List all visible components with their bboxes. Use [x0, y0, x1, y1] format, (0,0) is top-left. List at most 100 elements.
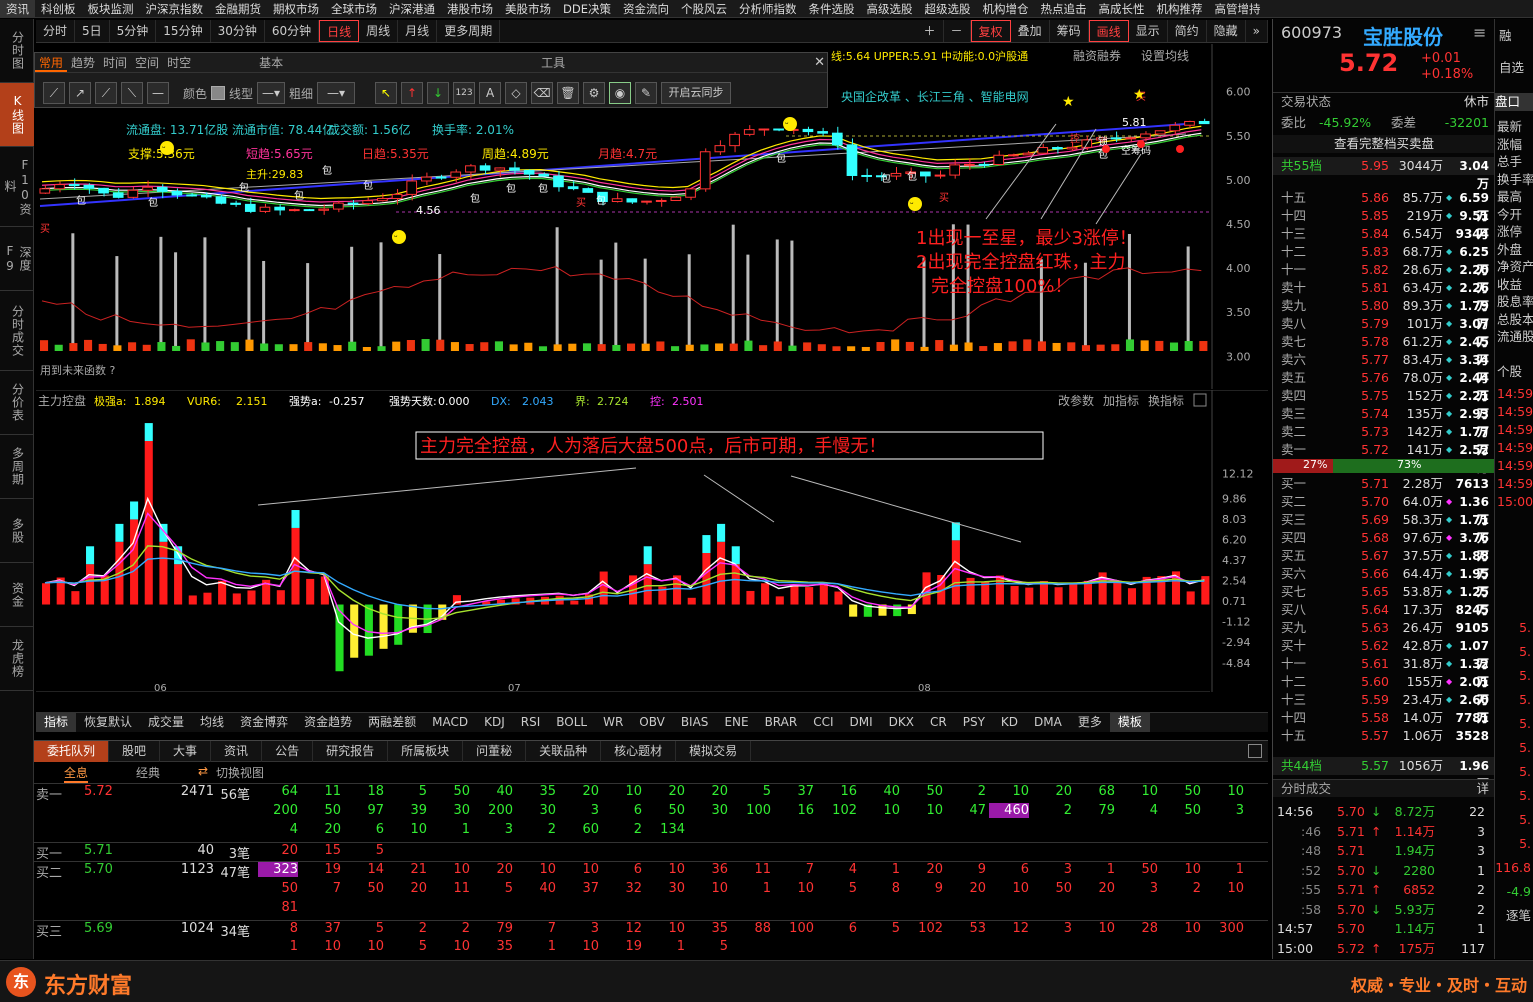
bottom-tab[interactable]: 大事 [160, 741, 212, 762]
left-tab[interactable]: 深度F9 [0, 227, 34, 291]
indicator-tab[interactable]: OBV [631, 713, 673, 732]
sell-row[interactable]: 卖一5.72141万◆2.52万 [1273, 441, 1495, 475]
eye-icon[interactable]: ◉ [609, 82, 632, 104]
menu-item[interactable]: 期权市场 [267, 0, 325, 18]
bottom-tab[interactable]: 关联品种 [526, 741, 602, 762]
queue-subtab[interactable]: 切换视图 [216, 764, 264, 781]
sell-row[interactable]: 十五 5.86 85.7万 ◆ 6.59万 [1273, 189, 1495, 223]
buy-row[interactable]: 买九 5.63 26.4万 9105 [1273, 619, 1495, 637]
buy-row[interactable]: 买十 5.62 42.8万 ◆ 1.07万 [1273, 637, 1495, 671]
toolbox-tab[interactable]: 时间 [99, 53, 131, 72]
menu-item[interactable]: 个股风云 [675, 0, 733, 18]
chart-tool[interactable]: 隐藏 [1207, 20, 1246, 42]
menu-item[interactable]: DDE决策 [557, 0, 617, 18]
indicator-tab[interactable]: MACD [424, 713, 476, 732]
arrow-line-icon[interactable]: ↗ [69, 82, 91, 104]
indicator-tab[interactable]: BOLL [548, 713, 595, 732]
bottom-tab[interactable]: 研究报告 [313, 741, 389, 762]
bottom-tab[interactable]: 核心题材 [601, 741, 677, 762]
zixuan-tab[interactable]: 自选 [1499, 59, 1524, 77]
indicator-tab[interactable]: 恢复默认 [76, 713, 140, 732]
indicator-tab[interactable]: 指标 [36, 713, 77, 732]
left-tab[interactable]: 资金 [0, 563, 34, 627]
left-tab[interactable]: 多周期 [0, 435, 34, 499]
sub-indicator-name[interactable]: 主力控盘 [38, 393, 86, 408]
indicator-tab[interactable]: 模板 [1109, 713, 1150, 732]
menu-item[interactable]: 高管增持 [1208, 0, 1266, 18]
left-tab[interactable]: K线图 [0, 83, 34, 147]
sub-button[interactable]: 加指标 [1103, 393, 1139, 408]
indicator-tab[interactable]: BRAR [757, 713, 806, 732]
down-arrow-icon[interactable]: ↓ [427, 82, 450, 104]
switch-view-icon[interactable]: ⇄ [198, 764, 208, 778]
cursor-icon[interactable]: ↖ [375, 82, 398, 104]
view-full-button[interactable]: 查看完整档买卖盘 [1273, 135, 1495, 153]
indicator-tab[interactable]: RSI [513, 713, 549, 732]
toolbox-tab[interactable]: 常用 [35, 53, 68, 72]
menu-item[interactable]: 资讯 [0, 0, 35, 18]
menu-item[interactable]: 分析师指数 [733, 0, 803, 18]
sell-row[interactable]: 卖四 5.75 152万 ◆ 2.21万 [1273, 387, 1495, 421]
buy-row[interactable]: 十一 5.61 31.8万 ◆ 1.32万 [1273, 655, 1495, 689]
cloud-sync-button[interactable]: 开启云同步 [661, 82, 732, 104]
buy-row[interactable]: 买二 5.70 64.0万 ◆ 1.36万 [1273, 493, 1495, 527]
zhuli-kongpan-chart[interactable]: 12.12 9.86 8.03 6.20 4.37 2.54 0.71 -1.12 -2.94 -… [36, 390, 1268, 692]
queue-subtab[interactable]: 经典 [136, 764, 160, 781]
linetype-select[interactable]: —▾ [257, 82, 286, 104]
menu-item[interactable]: 机构增仓 [976, 0, 1034, 18]
menu-icon[interactable]: ≡ [1473, 23, 1486, 42]
menu-item[interactable]: 高成长性 [1092, 0, 1150, 18]
menu-item[interactable]: 机构推荐 [1150, 0, 1208, 18]
buy-row[interactable]: 买八 5.64 17.3万 8245 [1273, 601, 1495, 619]
indicator-tab[interactable]: DMA [1026, 713, 1070, 732]
period-tab[interactable]: 周线 [359, 20, 399, 42]
period-tab[interactable]: 5日 [75, 20, 110, 42]
menu-item[interactable]: 港股市场 [441, 0, 499, 18]
gear-icon[interactable]: ⚙ [583, 82, 606, 104]
trash-icon[interactable]: 🗑 [557, 82, 580, 104]
left-tab[interactable]: 多股 [0, 499, 34, 563]
indicator-tab[interactable]: KD [993, 713, 1026, 732]
menu-item[interactable]: 科创板 [35, 0, 82, 18]
zoom-in-icon[interactable]: ＋ [917, 20, 944, 42]
indicator-tab[interactable]: 均线 [192, 713, 232, 732]
left-tab[interactable]: 分时图 [0, 19, 34, 83]
thickness-select[interactable]: —▾ [317, 82, 356, 104]
toolbox-tab[interactable]: 趋势 [67, 53, 99, 72]
eraser-icon[interactable]: ⌫ [531, 82, 554, 104]
toolbox-tab[interactable]: 空间 [131, 53, 163, 72]
pankou-tab[interactable]: 盘口 [1495, 93, 1533, 111]
period-tab[interactable]: 月线 [398, 20, 438, 42]
sell-row[interactable]: 卖二 5.73 142万 ◆ 1.77万 [1273, 423, 1495, 457]
color-swatch[interactable] [211, 86, 226, 100]
chart-tool[interactable]: 画线 [1088, 20, 1129, 42]
bottom-tab[interactable]: 委托队列 [34, 741, 110, 762]
sub-button[interactable]: 换指标 [1148, 393, 1184, 408]
sell-row[interactable]: 十四 5.85 219万 ◆ 9.51万 [1273, 207, 1495, 241]
expand-icon[interactable] [1248, 744, 1262, 758]
buy-row[interactable]: 买四 5.68 97.6万 ◆ 3.76万 [1273, 529, 1495, 563]
buy-row[interactable]: 买五 5.67 37.5万 ◆ 1.88万 [1273, 547, 1495, 581]
chart-tool[interactable]: 简约 [1168, 20, 1207, 42]
sell-row[interactable]: 十三 5.84 6.54万 9344 [1273, 225, 1495, 243]
indicator-tab[interactable]: DMI [842, 713, 881, 732]
indicator-tab[interactable]: 成交量 [140, 713, 192, 732]
up-arrow-icon[interactable]: ↑ [401, 82, 424, 104]
bottom-tab[interactable]: 股吧 [109, 741, 161, 762]
indicator-tab[interactable]: CCI [805, 713, 841, 732]
menu-item[interactable]: 高级选股 [860, 0, 918, 18]
left-tab[interactable]: 龙虎榜 [0, 627, 34, 691]
indicator-tab[interactable]: 两融差额 [360, 713, 424, 732]
text-icon[interactable]: A [479, 82, 502, 104]
indicator-tab[interactable]: BIAS [673, 713, 717, 732]
number-icon[interactable]: 123 [453, 82, 476, 104]
bottom-tab[interactable]: 问董秘 [463, 741, 527, 762]
buy-row[interactable]: 十三 5.59 23.4万 ◆ 2.60万 [1273, 691, 1495, 725]
period-tab[interactable]: 30分钟 [211, 20, 265, 42]
chart-tool[interactable]: 叠加 [1011, 20, 1050, 42]
bottom-tab[interactable]: 资讯 [211, 741, 263, 762]
bottom-tab[interactable]: 模拟交易 [676, 741, 752, 762]
ray-line-icon[interactable]: ⟋ [95, 82, 117, 104]
period-tab[interactable]: 60分钟 [265, 20, 320, 42]
sell-row[interactable]: 卖五 5.76 78.0万 ◆ 2.44万 [1273, 369, 1495, 403]
